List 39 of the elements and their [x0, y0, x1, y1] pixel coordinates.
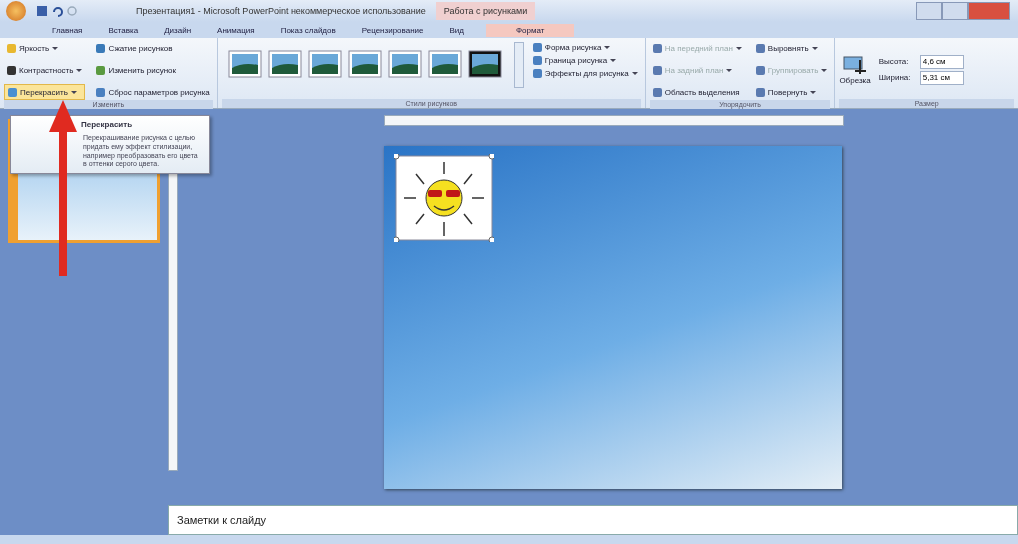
ribbon-button[interactable]: Контрастность: [4, 62, 86, 78]
ribbon-button[interactable]: Область выделения: [649, 84, 745, 100]
picture-style-icon[interactable]: [467, 50, 502, 78]
picture-style-icon[interactable]: [387, 50, 422, 78]
ribbon-tab[interactable]: Дизайн: [160, 23, 196, 37]
size-label: Высота:: [878, 57, 910, 66]
crop-button[interactable]: Обрезка: [839, 54, 871, 85]
ribbon-button[interactable]: Яркость: [4, 40, 86, 56]
window-title: Презентация1 - Microsoft PowerPoint некоммерческое использование: [136, 6, 426, 16]
ribbon-button[interactable]: Форма рисунка: [529, 42, 641, 53]
picture-style-icon[interactable]: [427, 50, 462, 78]
picture-style-icon[interactable]: [307, 50, 342, 78]
ribbon-tab[interactable]: Формат: [486, 23, 575, 37]
size-field[interactable]: 4,6 см: [919, 54, 964, 69]
ribbon-button[interactable]: Сброс параметров рисунка: [93, 84, 213, 100]
ribbon-tab[interactable]: Вид: [445, 23, 468, 37]
ribbon-button[interactable]: Повернуть: [752, 84, 831, 100]
crop-icon: [843, 54, 868, 76]
sun-drawing[interactable]: [394, 154, 494, 242]
ribbon-button[interactable]: Изменить рисунок: [93, 62, 213, 78]
size-field[interactable]: 5,31 см: [919, 70, 964, 85]
tooltip-title: Перекрасить: [81, 120, 134, 129]
ribbon-button[interactable]: Граница рисунка: [529, 55, 641, 66]
picture-style-icon[interactable]: [347, 50, 382, 78]
gallery-scrollbar[interactable]: [513, 42, 524, 88]
picture-style-icon[interactable]: [227, 50, 262, 78]
ribbon-button[interactable]: Перекрасить: [4, 84, 86, 100]
notes-field[interactable]: Заметки к слайду: [168, 505, 1018, 535]
ribbon-tab[interactable]: Рецензирование: [357, 23, 428, 37]
ribbon-button[interactable]: Сжатие рисунков: [93, 40, 213, 56]
ribbon-tab[interactable]: Показ слайдов: [276, 23, 340, 37]
ribbon-tab[interactable]: Анимация: [213, 23, 259, 37]
size-label: Ширина:: [878, 73, 912, 82]
ribbon-button[interactable]: Выровнять: [752, 40, 831, 56]
ribbon-tab[interactable]: Вставка: [104, 23, 143, 37]
ribbon-tab[interactable]: Главная: [48, 23, 87, 37]
ribbon-button[interactable]: Эффекты для рисунка: [529, 68, 641, 79]
context-tab-title: Работа с рисунками: [435, 2, 536, 20]
picture-style-icon[interactable]: [267, 50, 302, 78]
